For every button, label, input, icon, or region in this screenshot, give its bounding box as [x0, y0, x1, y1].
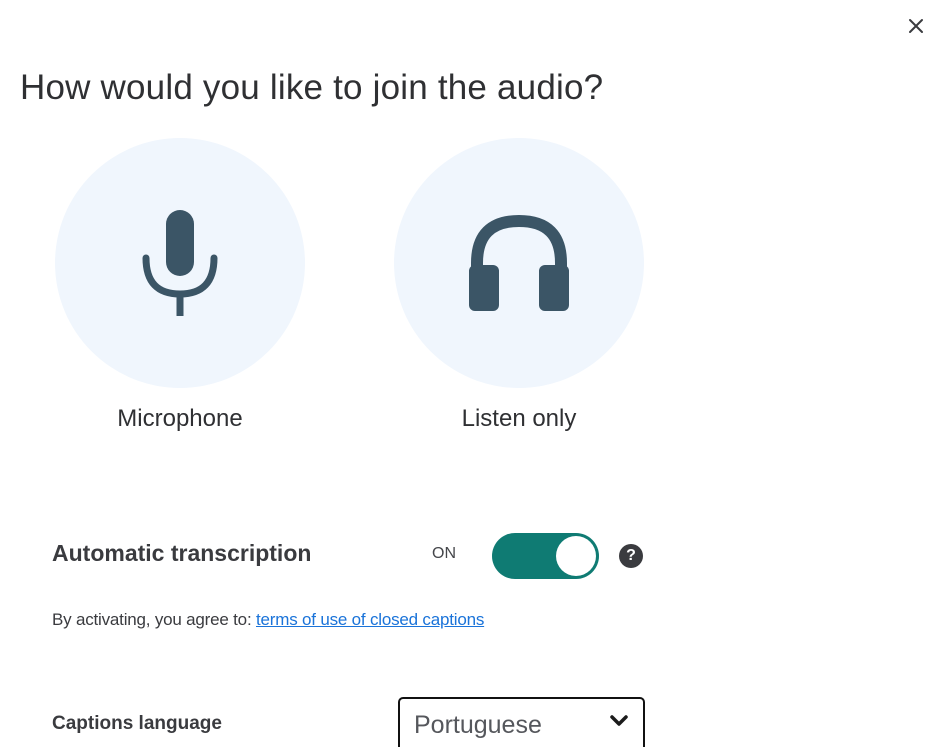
close-icon: [909, 19, 923, 33]
listen-only-option-circle[interactable]: [394, 138, 644, 388]
captions-language-label: Captions language: [52, 713, 222, 734]
listen-only-option-button[interactable]: Listen only: [394, 138, 644, 433]
help-icon[interactable]: ?: [619, 544, 643, 568]
captions-language-select[interactable]: Portuguese: [398, 697, 645, 747]
terms-of-use-link[interactable]: terms of use of closed captions: [256, 610, 484, 629]
agree-prefix-text: By activating, you agree to:: [52, 610, 256, 629]
toggle-state-label: ON: [432, 545, 456, 562]
dialog-title: How would you like to join the audio?: [20, 68, 604, 107]
captions-language-value: Portuguese: [414, 710, 542, 739]
transcription-toggle[interactable]: [492, 533, 599, 579]
terms-agreement-text: By activating, you agree to: terms of us…: [52, 610, 484, 630]
automatic-transcription-label: Automatic transcription: [52, 540, 312, 566]
listen-only-option-label: Listen only: [461, 405, 577, 432]
chevron-down-icon: [610, 715, 628, 726]
microphone-option-label: Microphone: [117, 405, 243, 432]
microphone-option-button[interactable]: Microphone: [55, 138, 305, 433]
microphone-icon: [142, 210, 218, 316]
headphones-icon: [469, 214, 569, 311]
close-button[interactable]: [898, 8, 932, 44]
toggle-knob: [556, 536, 596, 576]
microphone-option-circle[interactable]: [55, 138, 305, 388]
audio-join-dialog: How would you like to join the audio? Mi…: [0, 0, 932, 747]
